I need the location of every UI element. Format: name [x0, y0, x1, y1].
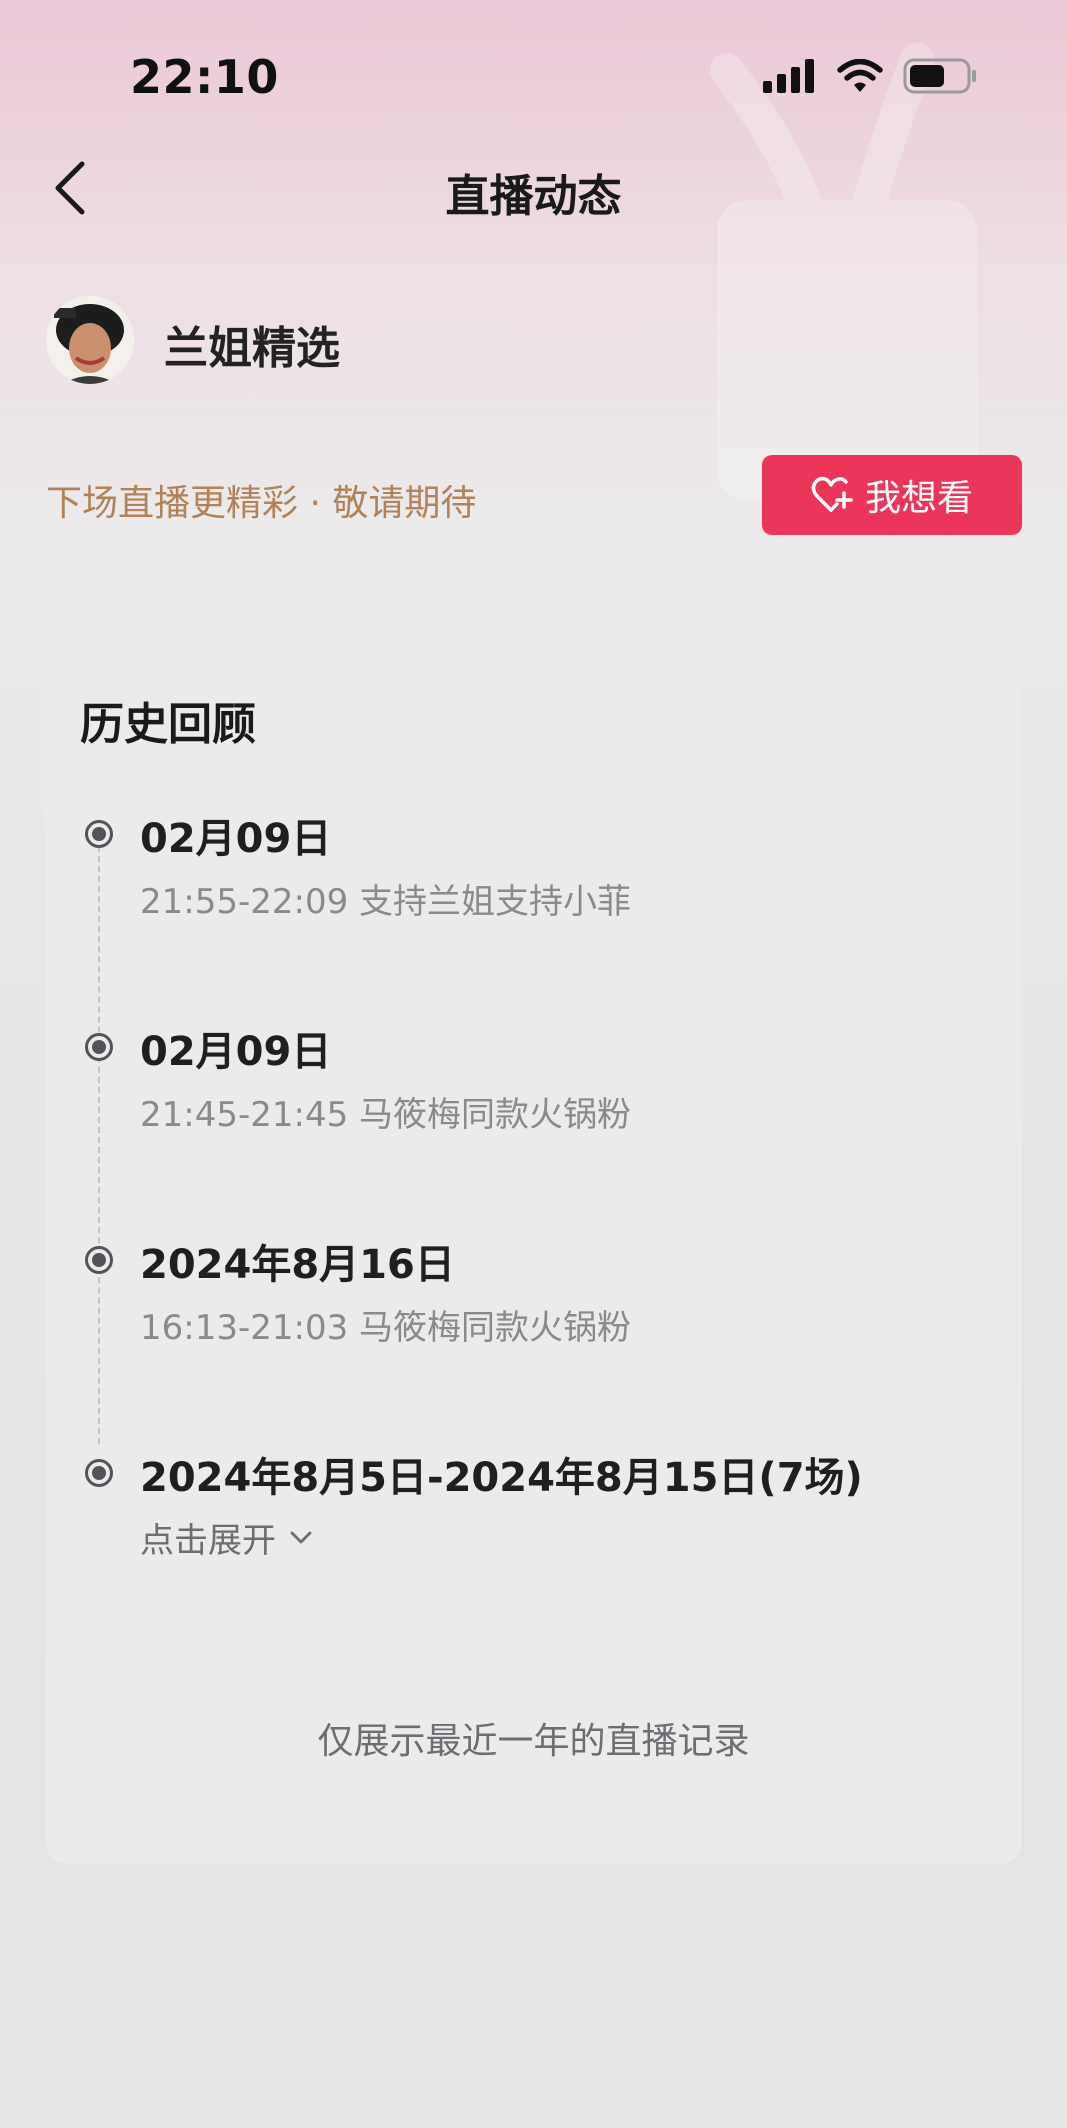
battery-icon [903, 58, 976, 94]
status-time: 22:10 [130, 50, 279, 104]
next-live-notice: 下场直播更精彩 · 敬请期待 [46, 483, 477, 524]
want-to-watch-label: 我想看 [864, 478, 973, 519]
timeline-line [98, 826, 100, 1444]
cellular-signal-icon [763, 59, 814, 93]
wifi-icon [837, 59, 883, 92]
avatar-image [46, 296, 134, 384]
timeline-dot-icon [85, 1246, 113, 1274]
timeline-date: 2024年8月16日 [140, 1242, 455, 1288]
timeline-date: 02月09日 [140, 1029, 332, 1075]
status-bar: 22:10 [0, 0, 1067, 150]
timeline-detail: 16:13-21:03 马筱梅同款火锅粉 [140, 1308, 632, 1348]
heart-plus-icon [811, 476, 853, 512]
status-icons [763, 58, 977, 94]
page-title: 直播动态 [445, 171, 622, 222]
timeline-detail: 21:45-21:45 马筱梅同款火锅粉 [140, 1095, 632, 1135]
timeline-dot-icon [85, 1033, 113, 1061]
want-to-watch-button[interactable]: 我想看 [762, 455, 1022, 535]
anchor-name[interactable]: 兰姐精选 [164, 312, 340, 376]
chevron-down-icon [290, 1531, 312, 1543]
avatar[interactable] [46, 296, 134, 384]
history-card: 历史回顾 02月09日 21:55-22:09 支持兰姐支持小菲 02月09日 … [46, 626, 1021, 1864]
timeline-dot-icon [85, 820, 113, 848]
timeline-dot-icon [85, 1459, 113, 1487]
timeline-date: 02月09日 [140, 816, 332, 862]
expand-label: 点击展开 [140, 1521, 276, 1561]
expand-button[interactable]: 点击展开 [140, 1513, 312, 1562]
history-footer-note: 仅展示最近一年的直播记录 [317, 1721, 750, 1762]
history-title: 历史回顾 [80, 699, 256, 750]
timeline-detail: 21:55-22:09 支持兰姐支持小菲 [140, 882, 632, 922]
timeline-date: 2024年8月5日-2024年8月15日(7场) [140, 1455, 863, 1501]
